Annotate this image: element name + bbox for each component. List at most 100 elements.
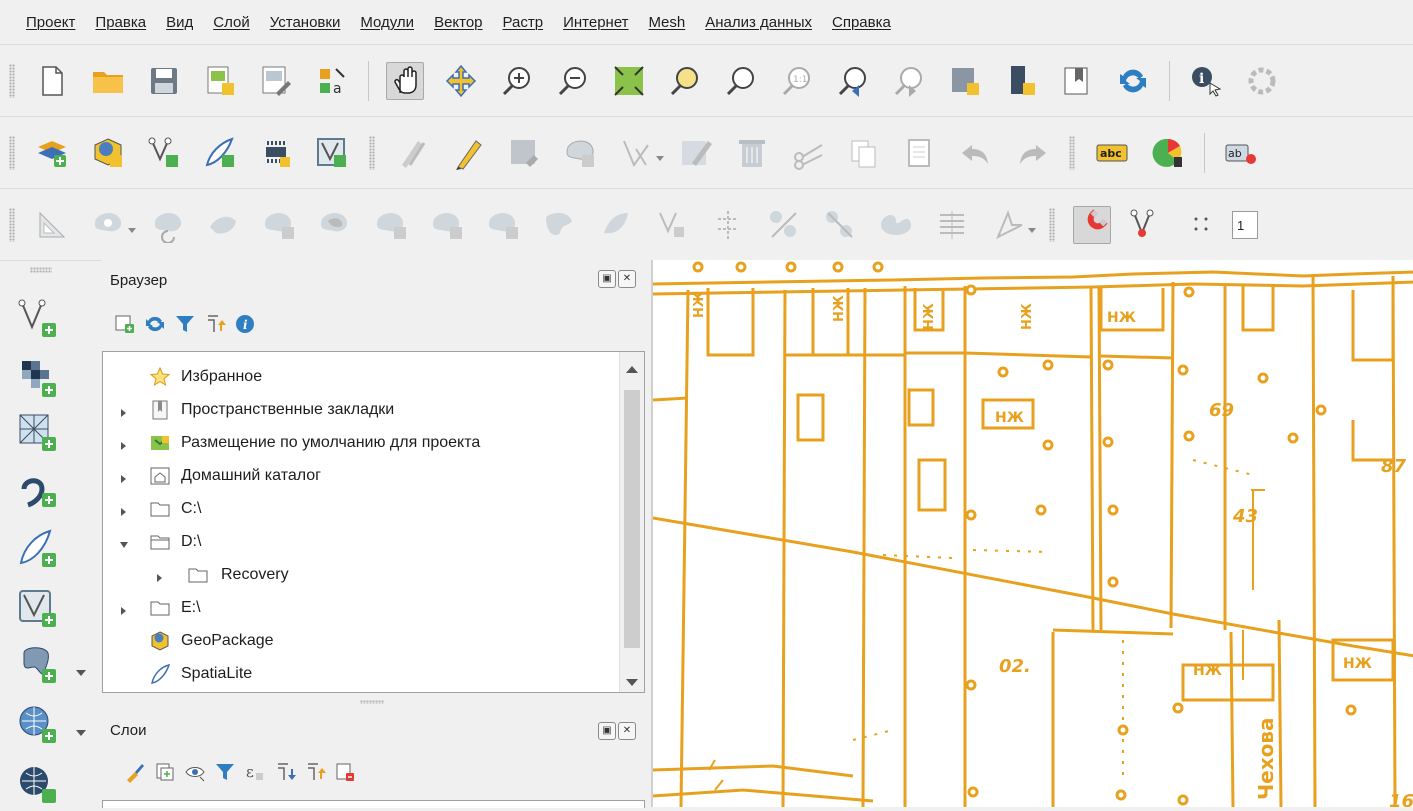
current-edits-icon[interactable]: [394, 135, 430, 171]
run-action-icon[interactable]: [1244, 63, 1280, 99]
vertex-tool-icon[interactable]: [618, 135, 654, 171]
add-mesh-layer-icon[interactable]: [16, 411, 60, 455]
diagram-options-icon[interactable]: [1150, 135, 1186, 171]
snap-tolerance-input[interactable]: 1: [1232, 211, 1258, 239]
save-layer-edits-icon[interactable]: [506, 135, 542, 171]
tree-item-geopackage[interactable]: GeoPackage: [103, 624, 618, 657]
reverse-line-icon[interactable]: [654, 207, 690, 243]
expand-all-icon[interactable]: [274, 761, 296, 783]
delete-selected-icon[interactable]: [734, 135, 770, 171]
add-vector-layer-icon[interactable]: [146, 135, 182, 171]
remove-layer-icon[interactable]: [334, 761, 356, 783]
info-icon[interactable]: i: [234, 313, 256, 335]
panel-splitter[interactable]: [360, 700, 384, 704]
expand-arrow-icon[interactable]: [119, 504, 129, 516]
expand-arrow-icon[interactable]: [119, 471, 129, 483]
trim-extend-icon[interactable]: [710, 207, 746, 243]
new-shapefile-layer-icon[interactable]: [16, 587, 60, 631]
pan-to-selection-icon[interactable]: [443, 63, 479, 99]
add-postgis-layer-icon[interactable]: [16, 643, 60, 687]
collapse-arrow-icon[interactable]: [119, 537, 129, 548]
add-wms-layer-icon[interactable]: [16, 703, 60, 747]
snap-tolerance-icon[interactable]: [1186, 207, 1222, 243]
tree-item-spatial-bookmarks[interactable]: Пространственные закладки: [103, 393, 618, 426]
split-parts-icon[interactable]: [822, 207, 858, 243]
cut-features-icon[interactable]: [790, 135, 826, 171]
modify-attributes-icon[interactable]: [678, 135, 714, 171]
cad-tools-icon[interactable]: [34, 207, 70, 243]
add-vector-layer-icon[interactable]: [16, 297, 60, 341]
simplify-feature-icon[interactable]: [206, 207, 242, 243]
tree-item-project-home[interactable]: Размещение по умолчанию для проекта: [103, 426, 618, 459]
add-group-icon[interactable]: [154, 761, 176, 783]
expand-arrow-icon[interactable]: [155, 570, 165, 582]
map-canvas[interactable]: НЖ НЖ НЖ НЖ НЖ НЖ НЖ НЖ 69 87 43 02. Чех…: [651, 260, 1413, 807]
toggle-editing-icon[interactable]: [450, 135, 486, 171]
chevron-down-icon[interactable]: [656, 149, 664, 161]
enable-snapping-icon[interactable]: [1073, 206, 1111, 244]
menu-layer[interactable]: Слой: [203, 14, 259, 31]
filter-icon[interactable]: [174, 313, 196, 335]
tree-item-spatialite[interactable]: SpatiaLite: [103, 657, 618, 690]
data-source-manager-icon[interactable]: [34, 135, 70, 171]
rotate-point-symbols-icon[interactable]: [990, 207, 1026, 243]
refresh-icon[interactable]: [144, 313, 166, 335]
new-bookmark-icon[interactable]: [1059, 63, 1095, 99]
filter-legend-icon[interactable]: [214, 761, 236, 783]
manage-visibility-icon[interactable]: [184, 761, 206, 783]
add-polygon-feature-icon[interactable]: [562, 135, 598, 171]
toolbar-grip[interactable]: [9, 208, 15, 242]
new-print-layout-icon[interactable]: [202, 63, 238, 99]
tree-item-drive-e[interactable]: E:\: [103, 591, 618, 624]
collapse-all-icon[interactable]: [304, 761, 326, 783]
menu-web[interactable]: Интернет: [553, 14, 638, 31]
reshape-features-icon[interactable]: [542, 207, 578, 243]
identify-features-icon[interactable]: i: [1188, 63, 1224, 99]
zoom-in-icon[interactable]: [499, 63, 535, 99]
chevron-down-icon[interactable]: [76, 663, 86, 676]
split-features-icon[interactable]: [766, 207, 802, 243]
new-3d-view-icon[interactable]: [1003, 63, 1039, 99]
expand-arrow-icon[interactable]: [119, 603, 129, 615]
menu-processing[interactable]: Анализ данных: [695, 14, 822, 31]
tree-item-drive-c[interactable]: C:\: [103, 492, 618, 525]
collapse-all-icon[interactable]: [204, 313, 226, 335]
label-toolbar-icon[interactable]: abc: [1094, 135, 1130, 171]
fill-ring-icon[interactable]: [318, 207, 354, 243]
offset-curve-icon[interactable]: [598, 207, 634, 243]
zoom-out-icon[interactable]: [555, 63, 591, 99]
add-geopackage-layer-icon[interactable]: [90, 135, 126, 171]
browser-scrollbar[interactable]: [619, 352, 644, 692]
zoom-to-selection-icon[interactable]: [667, 63, 703, 99]
menu-raster[interactable]: Растр: [493, 14, 554, 31]
save-project-icon[interactable]: [146, 63, 182, 99]
toolbar-grip[interactable]: [1049, 208, 1055, 242]
menu-edit[interactable]: Правка: [85, 14, 156, 31]
refresh-icon[interactable]: [1115, 63, 1151, 99]
toolbar-grip[interactable]: [9, 64, 15, 98]
layout-manager-icon[interactable]: [258, 63, 294, 99]
add-spatialite-layer-icon[interactable]: [16, 527, 60, 571]
new-map-view-icon[interactable]: [947, 63, 983, 99]
copy-features-icon[interactable]: [846, 135, 882, 171]
expand-arrow-icon[interactable]: [119, 438, 129, 450]
close-panel-icon[interactable]: ✕: [618, 270, 636, 288]
tree-item-drive-d[interactable]: D:\: [103, 525, 618, 558]
add-raster-layer-icon[interactable]: [16, 357, 60, 401]
float-panel-icon[interactable]: ▣: [598, 270, 616, 288]
menu-vector[interactable]: Вектор: [424, 14, 492, 31]
menu-help[interactable]: Справка: [822, 14, 901, 31]
layer-labeling-icon[interactable]: ab: [1223, 135, 1259, 171]
add-spatialite-layer-icon[interactable]: [202, 135, 238, 171]
menu-settings[interactable]: Установки: [260, 14, 351, 31]
menu-plugins[interactable]: Модули: [350, 14, 424, 31]
close-panel-icon[interactable]: ✕: [618, 722, 636, 740]
toolbar-grip[interactable]: [1069, 136, 1075, 170]
add-raster-layer-icon[interactable]: [258, 135, 294, 171]
scroll-down-icon[interactable]: [626, 674, 638, 686]
merge-attributes-icon[interactable]: [934, 207, 970, 243]
browser-tree[interactable]: Избранное Пространственные закладки Разм…: [102, 351, 645, 693]
toolbar-grip[interactable]: [369, 136, 375, 170]
zoom-last-icon[interactable]: [835, 63, 871, 99]
expand-arrow-icon[interactable]: [119, 405, 129, 417]
